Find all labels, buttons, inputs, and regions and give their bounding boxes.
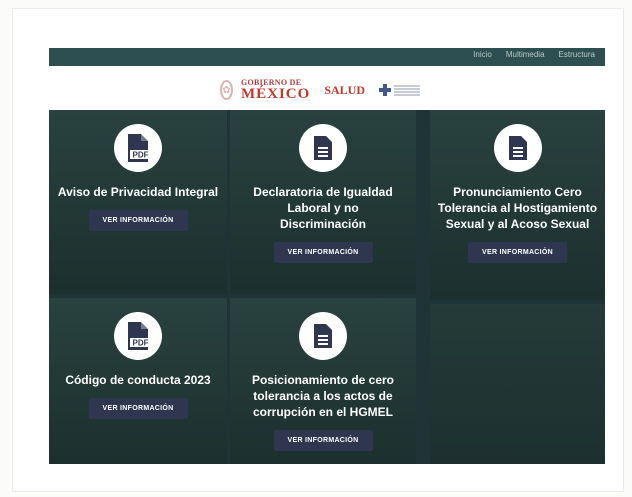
nav-estructura-link[interactable]: Estructura: [559, 50, 595, 59]
logo-row: ✿ GOBIERNO DE MÉXICO SALUD: [220, 74, 420, 106]
top-navigation-bar: Inicio Multimedia Estructura: [49, 48, 605, 66]
top-nav: Inicio Multimedia Estructura: [473, 50, 595, 59]
nav-multimedia-link[interactable]: Multimedia: [506, 50, 545, 59]
ver-informacion-button[interactable]: VER INFORMACIÓN: [273, 242, 373, 263]
card-aviso-privacidad: PDF Aviso de Privacidad Integral VER INF…: [49, 110, 227, 294]
nav-inicio-link[interactable]: Inicio: [473, 50, 492, 59]
ver-informacion-button[interactable]: VER INFORMACIÓN: [273, 430, 373, 451]
gobierno-de-mexico-logo[interactable]: GOBIERNO DE MÉXICO: [240, 78, 311, 102]
hospital-logo-text: [394, 84, 420, 96]
mexico-seal-icon: ✿: [220, 80, 233, 100]
hospital-cross-icon: [379, 84, 391, 96]
ver-informacion-button[interactable]: VER INFORMACIÓN: [468, 242, 567, 263]
card-codigo-conducta: PDF Código de conducta 2023 VER INFORMAC…: [49, 298, 227, 464]
card-title: Posicionamiento de cero tolerancia a los…: [251, 373, 395, 419]
ver-informacion-button[interactable]: VER INFORMACIÓN: [88, 398, 188, 419]
document-icon: [299, 312, 347, 360]
ver-informacion-button[interactable]: VER INFORMACIÓN: [88, 210, 188, 231]
salud-logo[interactable]: SALUD: [324, 83, 365, 98]
card-title: Declaratoria de Igualdad Laboral y no Di…: [253, 185, 393, 231]
card-cero-tolerancia-corrupcion: Posicionamiento de cero tolerancia a los…: [230, 298, 416, 464]
card-title: Código de conducta 2023: [65, 373, 211, 387]
card-title: Pronunciamiento Cero Tolerancia al Hosti…: [437, 185, 598, 231]
pdf-icon: PDF: [114, 124, 162, 172]
card-igualdad-laboral: Declaratoria de Igualdad Laboral y no Di…: [230, 110, 416, 294]
document-icon: [493, 124, 542, 172]
svg-text:PDF: PDF: [133, 339, 149, 348]
pdf-icon: PDF: [114, 312, 162, 360]
hospital-logo[interactable]: [379, 84, 420, 96]
empty-card-slot: [430, 304, 605, 464]
mexico-label: MÉXICO: [240, 85, 311, 102]
card-cero-tolerancia-hostigamiento: Pronunciamiento Cero Tolerancia al Hosti…: [430, 110, 605, 300]
card-title: Aviso de Privacidad Integral: [57, 185, 219, 199]
svg-text:PDF: PDF: [133, 151, 149, 160]
transparency-cards-grid: PDF Aviso de Privacidad Integral VER INF…: [49, 110, 605, 464]
document-icon: [299, 124, 347, 172]
